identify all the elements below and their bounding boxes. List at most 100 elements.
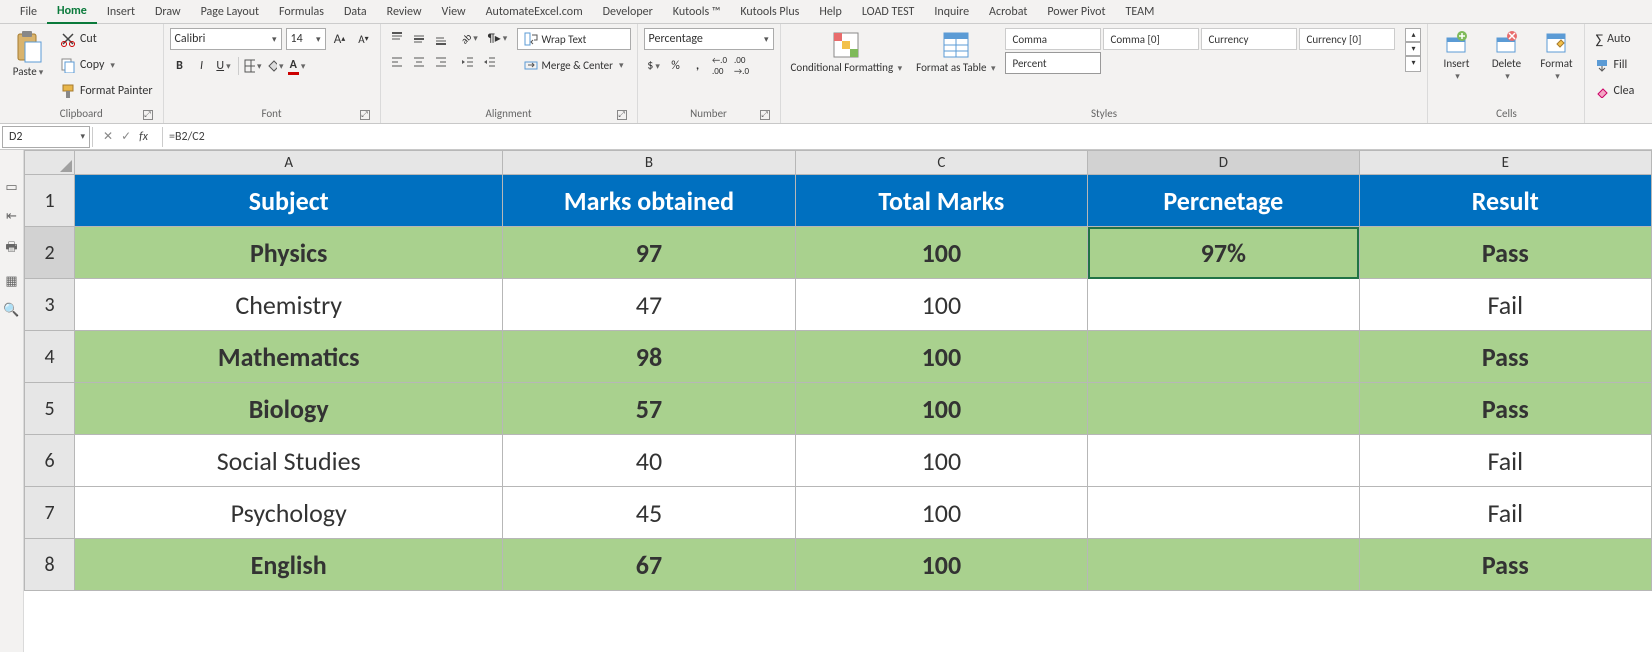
- cell-C4[interactable]: 100: [795, 331, 1087, 383]
- cell-B1[interactable]: Marks obtained: [503, 175, 795, 227]
- column-header-B[interactable]: B: [503, 151, 795, 175]
- insert-cells-button[interactable]: Insert▾: [1434, 28, 1478, 84]
- cell-D8[interactable]: [1088, 539, 1360, 591]
- cell-D3[interactable]: [1088, 279, 1360, 331]
- select-all-corner[interactable]: [25, 151, 75, 175]
- cell-A2[interactable]: Physics: [75, 227, 503, 279]
- tab-help[interactable]: Help: [809, 1, 852, 23]
- cell-style-comma-0-[interactable]: Comma [0]: [1103, 28, 1199, 50]
- cell-B3[interactable]: 47: [503, 279, 795, 331]
- cell-B8[interactable]: 67: [503, 539, 795, 591]
- align-left-button[interactable]: [387, 52, 407, 72]
- cell-B2[interactable]: 97: [503, 227, 795, 279]
- side-tool-2[interactable]: ⇤: [6, 209, 17, 224]
- worksheet-grid[interactable]: ABCDE1SubjectMarks obtainedTotal MarksPe…: [24, 150, 1652, 652]
- orientation-button[interactable]: ab▾: [457, 28, 483, 48]
- align-middle-button[interactable]: [409, 28, 429, 48]
- cell-E2[interactable]: Pass: [1359, 227, 1651, 279]
- cell-style-currency-0-[interactable]: Currency [0]: [1299, 28, 1395, 50]
- cell-D1[interactable]: Percnetage: [1088, 175, 1360, 227]
- cell-C3[interactable]: 100: [795, 279, 1087, 331]
- tab-insert[interactable]: Insert: [97, 1, 145, 23]
- cell-style-percent[interactable]: Percent: [1005, 52, 1101, 74]
- bold-button[interactable]: B: [170, 56, 190, 76]
- tab-page-layout[interactable]: Page Layout: [191, 1, 269, 23]
- cancel-formula-button[interactable]: ✕: [103, 129, 113, 144]
- column-header-C[interactable]: C: [795, 151, 1087, 175]
- cell-C7[interactable]: 100: [795, 487, 1087, 539]
- cell-B6[interactable]: 40: [503, 435, 795, 487]
- font-name-select[interactable]: Calibri: [170, 28, 282, 50]
- row-header-3[interactable]: 3: [25, 279, 75, 331]
- side-tool-1[interactable]: ▭: [5, 180, 17, 195]
- column-header-E[interactable]: E: [1359, 151, 1651, 175]
- side-tool-5[interactable]: 🔍: [3, 303, 19, 318]
- align-center-button[interactable]: [409, 52, 429, 72]
- italic-button[interactable]: I: [192, 56, 212, 76]
- percent-format-button[interactable]: %: [666, 56, 686, 76]
- format-painter-button[interactable]: Format Painter: [56, 80, 157, 102]
- column-header-D[interactable]: D: [1088, 151, 1360, 175]
- side-tool-4[interactable]: ▦: [5, 274, 17, 289]
- cell-E7[interactable]: Fail: [1359, 487, 1651, 539]
- cell-E6[interactable]: Fail: [1359, 435, 1651, 487]
- cell-style-currency[interactable]: Currency: [1201, 28, 1297, 50]
- cell-D2[interactable]: 97%: [1088, 227, 1360, 279]
- cell-C6[interactable]: 100: [795, 435, 1087, 487]
- cell-B7[interactable]: 45: [503, 487, 795, 539]
- cell-D5[interactable]: [1088, 383, 1360, 435]
- format-cells-button[interactable]: Format▾: [1534, 28, 1578, 84]
- row-header-4[interactable]: 4: [25, 331, 75, 383]
- align-top-button[interactable]: [387, 28, 407, 48]
- cell-D6[interactable]: [1088, 435, 1360, 487]
- tab-file[interactable]: File: [10, 1, 47, 23]
- cell-E3[interactable]: Fail: [1359, 279, 1651, 331]
- cell-C1[interactable]: Total Marks: [795, 175, 1087, 227]
- cell-E5[interactable]: Pass: [1359, 383, 1651, 435]
- cell-A7[interactable]: Psychology: [75, 487, 503, 539]
- font-color-button[interactable]: A▾: [287, 56, 307, 76]
- align-right-button[interactable]: [431, 52, 451, 72]
- cell-E8[interactable]: Pass: [1359, 539, 1651, 591]
- increase-decimal-button[interactable]: ←.0.00: [710, 56, 730, 76]
- accounting-format-button[interactable]: $▾: [644, 56, 664, 76]
- cell-D7[interactable]: [1088, 487, 1360, 539]
- cell-E1[interactable]: Result: [1359, 175, 1651, 227]
- clear-button[interactable]: Clea: [1591, 80, 1638, 102]
- fx-icon[interactable]: fx: [139, 130, 154, 144]
- cell-A6[interactable]: Social Studies: [75, 435, 503, 487]
- row-header-6[interactable]: 6: [25, 435, 75, 487]
- cell-A4[interactable]: Mathematics: [75, 331, 503, 383]
- cell-B4[interactable]: 98: [503, 331, 795, 383]
- tab-power-pivot[interactable]: Power Pivot: [1037, 1, 1115, 23]
- cell-A1[interactable]: Subject: [75, 175, 503, 227]
- tab-team[interactable]: TEAM: [1116, 1, 1165, 23]
- rtl-button[interactable]: ¶▸▾: [485, 28, 511, 48]
- align-bottom-button[interactable]: [431, 28, 451, 48]
- font-dialog-launcher[interactable]: ⤢: [360, 110, 370, 120]
- font-size-select[interactable]: 14: [286, 28, 326, 50]
- row-header-2[interactable]: 2: [25, 227, 75, 279]
- merge-center-button[interactable]: Merge & Center▾: [517, 54, 631, 76]
- styles-more[interactable]: ▾: [1405, 56, 1421, 72]
- tab-kutools-plus[interactable]: Kutools Plus: [730, 1, 809, 23]
- tab-view[interactable]: View: [432, 1, 476, 23]
- tab-developer[interactable]: Developer: [593, 1, 663, 23]
- styles-scroll-up[interactable]: ▴: [1405, 28, 1421, 42]
- name-box[interactable]: D2: [2, 126, 90, 148]
- tab-review[interactable]: Review: [377, 1, 432, 23]
- tab-formulas[interactable]: Formulas: [269, 1, 334, 23]
- increase-indent-button[interactable]: [479, 52, 499, 72]
- number-dialog-launcher[interactable]: ⤢: [760, 110, 770, 120]
- copy-button[interactable]: Copy▾: [56, 54, 157, 76]
- tab-kutools-[interactable]: Kutools ™: [663, 1, 731, 23]
- fill-color-button[interactable]: ▾: [265, 56, 285, 76]
- cell-B5[interactable]: 57: [503, 383, 795, 435]
- cell-D4[interactable]: [1088, 331, 1360, 383]
- row-header-5[interactable]: 5: [25, 383, 75, 435]
- increase-font-button[interactable]: A▴: [330, 29, 350, 49]
- side-tool-3[interactable]: 🖶: [5, 238, 17, 260]
- cell-E4[interactable]: Pass: [1359, 331, 1651, 383]
- cell-style-comma[interactable]: Comma: [1005, 28, 1101, 50]
- cell-A5[interactable]: Biology: [75, 383, 503, 435]
